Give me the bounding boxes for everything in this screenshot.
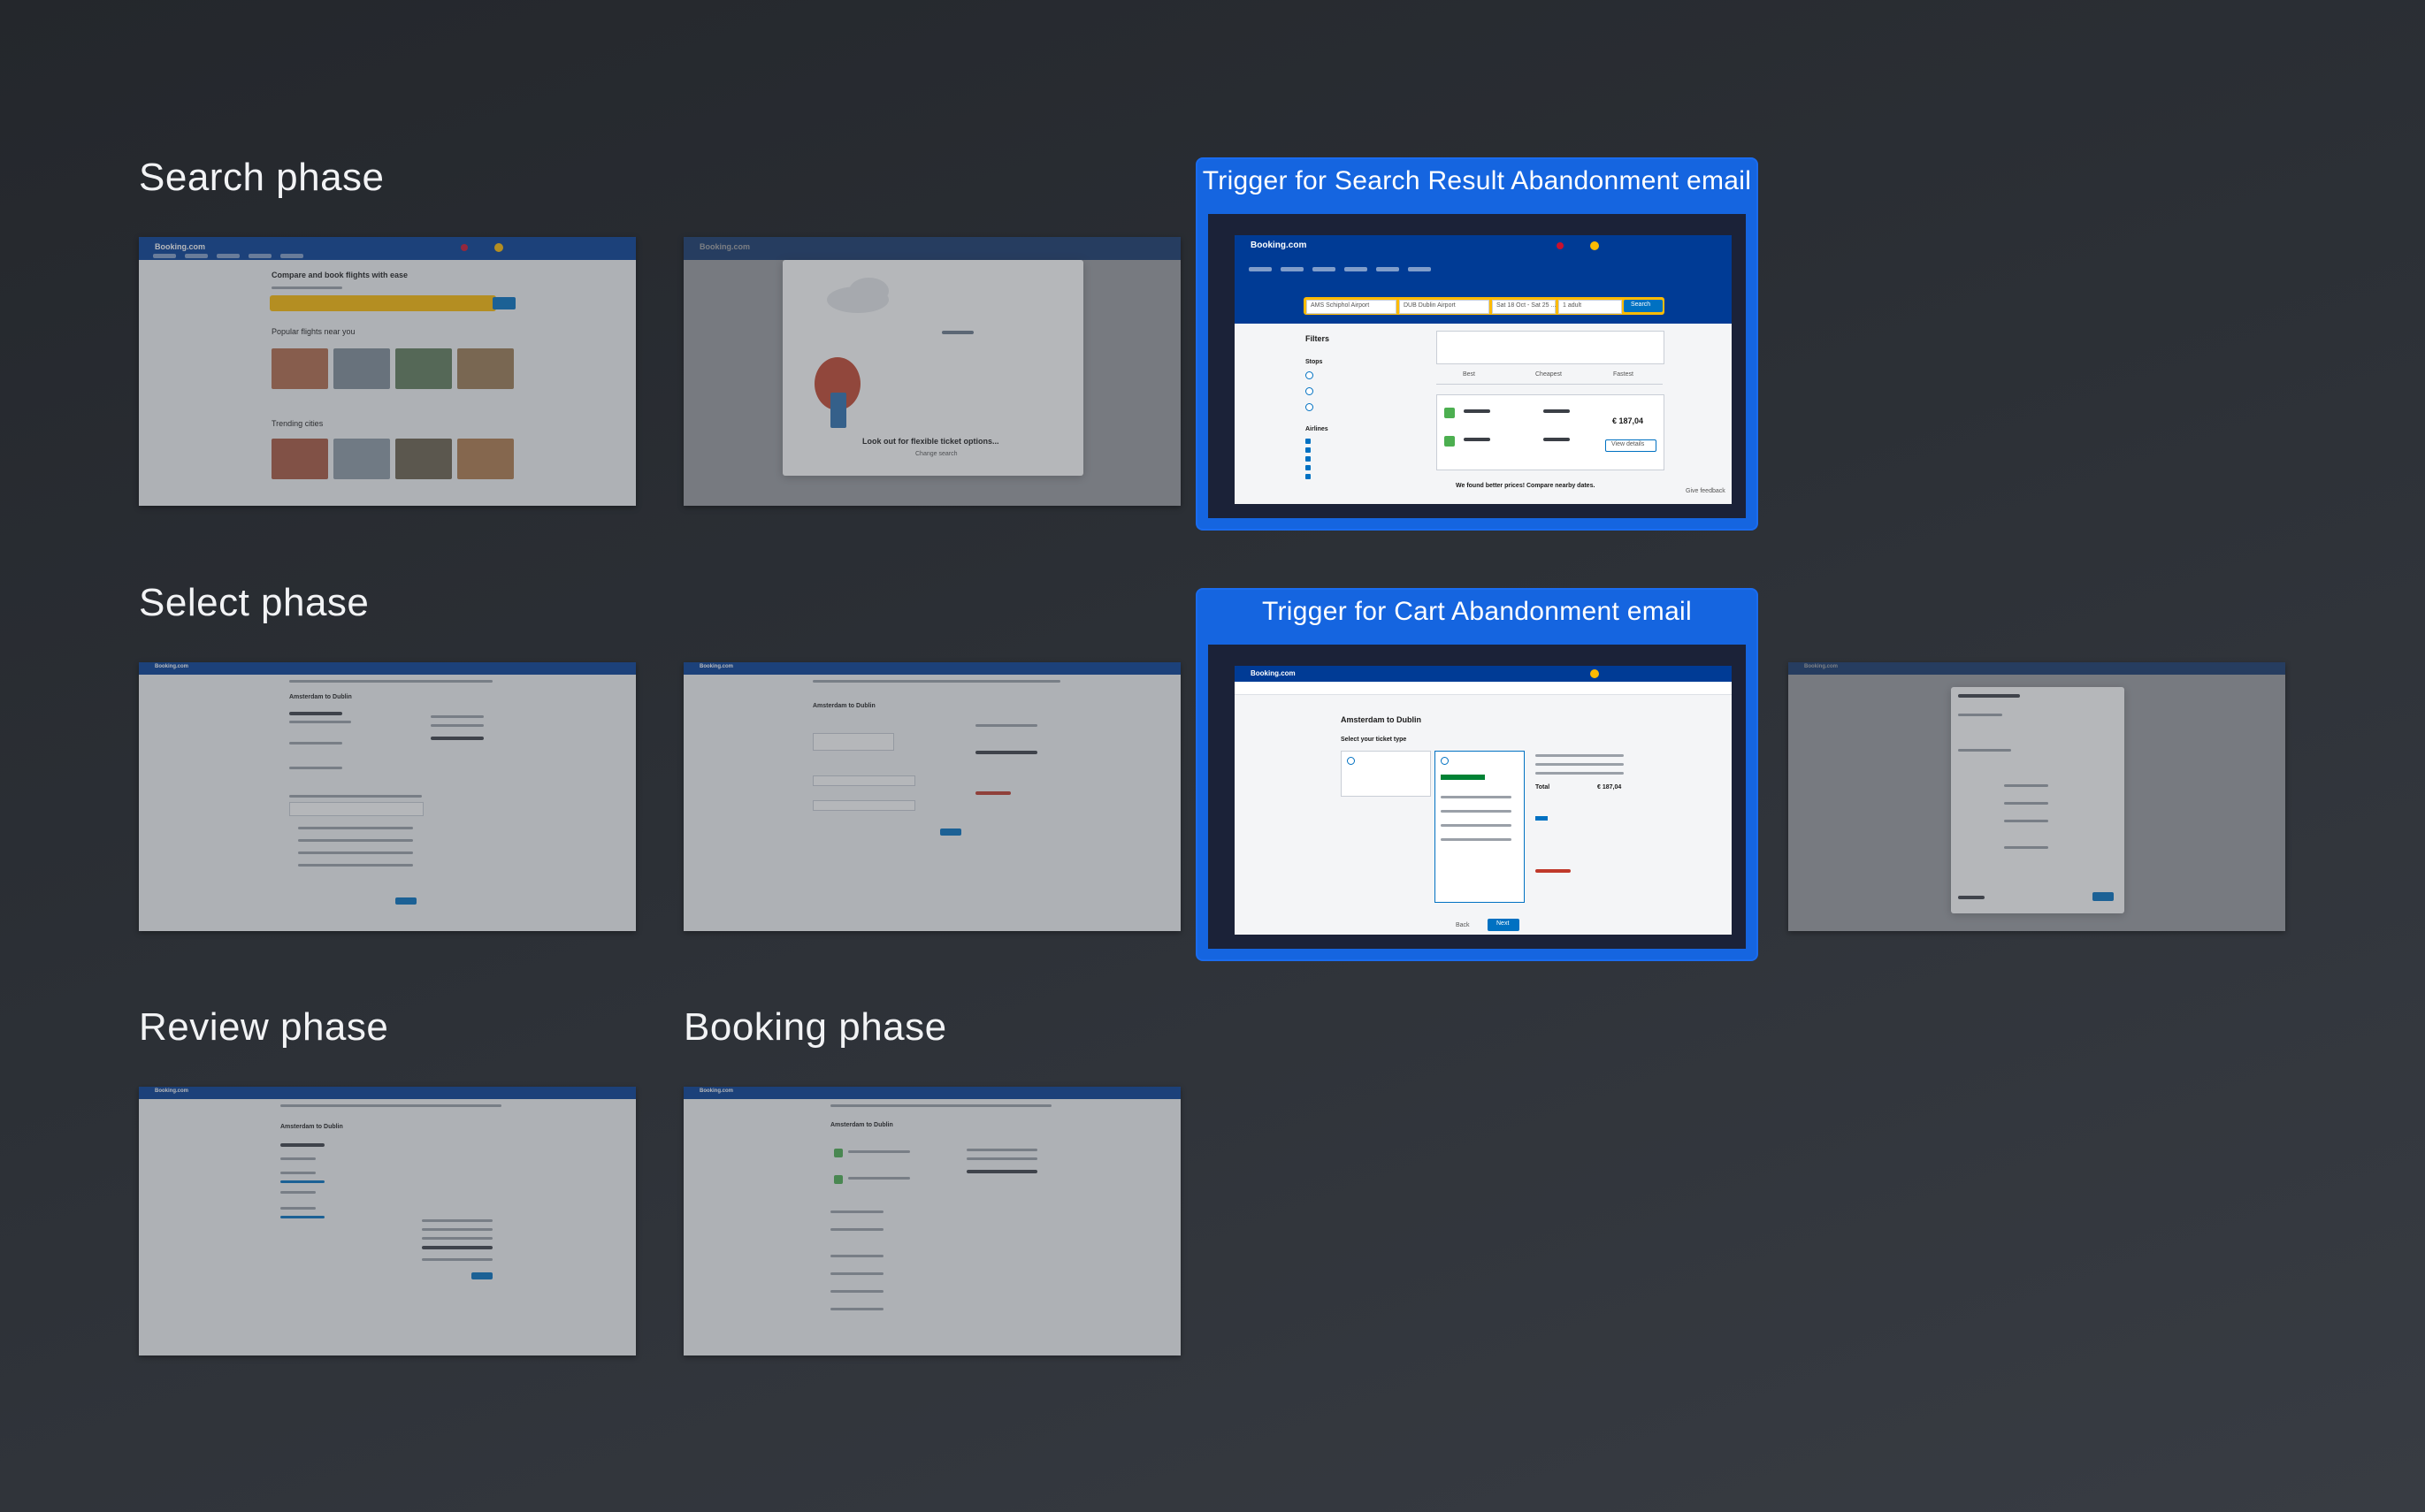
nearby-dates-banner: We found better prices! Compare nearby d…: [1456, 483, 1595, 489]
brand-logo: Booking.com: [700, 664, 734, 669]
avatar: [1590, 241, 1599, 250]
flight-card[interactable]: € 187,04 View details: [1436, 394, 1664, 470]
route-title: Amsterdam to Dublin: [830, 1122, 893, 1128]
city-image: [457, 348, 514, 389]
route-title: Amsterdam to Dublin: [1341, 715, 1422, 724]
tab-cheapest[interactable]: Cheapest: [1535, 371, 1562, 378]
from-field[interactable]: AMS Schiphol Airport: [1311, 302, 1369, 309]
plane-icon: [942, 331, 974, 334]
total-price: € 187,04: [1597, 784, 1622, 790]
select-passengers-screenshot[interactable]: Booking.com Amsterdam to Dublin: [684, 662, 1181, 931]
back-button[interactable]: Back: [1456, 922, 1470, 928]
feedback-link[interactable]: Give feedback: [1686, 488, 1725, 494]
city-image: [395, 439, 452, 479]
site-header: Booking.com: [684, 1087, 1181, 1099]
brand-logo: Booking.com: [155, 1088, 189, 1094]
standard-ticket-option[interactable]: [1341, 751, 1431, 797]
city-image: [333, 439, 390, 479]
next-button[interactable]: [940, 829, 961, 836]
search-bar[interactable]: [270, 295, 496, 311]
city-image: [272, 439, 328, 479]
city-image: [272, 348, 328, 389]
brand-logo: Booking.com: [1251, 669, 1296, 677]
loading-modal: Look out for flexible ticket options... …: [783, 260, 1083, 476]
change-search-link[interactable]: Change search: [915, 451, 957, 457]
search-home-screenshot[interactable]: Booking.com Compare and book flights wit…: [139, 237, 636, 506]
total-label: Total: [1535, 784, 1550, 790]
booking-screenshot[interactable]: Booking.com Amsterdam to Dublin: [684, 1087, 1181, 1355]
airlines-heading: Airlines: [1305, 426, 1328, 432]
sort-tabs[interactable]: Best Cheapest Fastest: [1436, 368, 1663, 385]
review-screenshot[interactable]: Booking.com Amsterdam to Dublin: [139, 1087, 636, 1355]
booking-phase-title: Booking phase: [684, 1005, 947, 1049]
brand-logo: Booking.com: [155, 664, 189, 669]
site-header: Booking.com: [139, 237, 636, 260]
search-phase-title: Search phase: [139, 156, 385, 199]
next-button[interactable]: [471, 1272, 493, 1279]
flag-icon: [1557, 242, 1564, 249]
progress-steps: [1235, 682, 1732, 695]
search-button[interactable]: Search: [1624, 300, 1663, 312]
ticket-type-heading: Select your ticket type: [1341, 737, 1407, 743]
review-phase-title: Review phase: [139, 1005, 389, 1049]
flight-price: € 187,04: [1612, 416, 1644, 425]
info-banner: [1436, 331, 1664, 364]
trending-heading: Trending cities: [272, 419, 324, 428]
flag-icon: [461, 244, 468, 251]
view-details-button[interactable]: View details: [1605, 439, 1656, 452]
dates-field[interactable]: Sat 18 Oct - Sat 25 ...: [1496, 302, 1556, 309]
city-image: [333, 348, 390, 389]
route-title: Amsterdam to Dublin: [280, 1124, 343, 1130]
select-button[interactable]: [2092, 892, 2114, 901]
nav-tabs: [153, 254, 303, 258]
search-result-trigger-title: Trigger for Search Result Abandonment em…: [1202, 166, 1752, 195]
tab-fastest[interactable]: Fastest: [1613, 371, 1633, 378]
tab-best[interactable]: Best: [1463, 371, 1475, 378]
site-header: Booking.com: [139, 662, 636, 675]
search-results-screenshot[interactable]: Booking.com AMS Schiphol Airport DUB Dub…: [1235, 235, 1732, 504]
home-heading: Compare and book flights with ease: [272, 271, 409, 279]
route-title: Amsterdam to Dublin: [813, 703, 876, 709]
modal-message: Look out for flexible ticket options...: [862, 437, 999, 446]
search-button-label: Search: [1631, 302, 1651, 308]
route-title: Amsterdam to Dublin: [289, 694, 352, 700]
site-header: Booking.com: [1235, 666, 1732, 682]
next-button[interactable]: Next: [1488, 919, 1519, 931]
stops-heading: Stops: [1305, 359, 1323, 365]
popular-flights-heading: Popular flights near you: [272, 327, 356, 336]
search-result-trigger-panel: Trigger for Search Result Abandonment em…: [1197, 159, 1756, 529]
site-header: Booking.com: [1235, 235, 1732, 276]
flexible-ticket-option[interactable]: [1434, 751, 1525, 903]
flight-details-modal: [1951, 687, 2124, 913]
brand-logo: Booking.com: [155, 242, 206, 251]
avatar: [494, 243, 503, 252]
site-header: Booking.com: [684, 662, 1181, 675]
search-loading-screenshot[interactable]: Booking.com Look out for flexible ticket…: [684, 237, 1181, 506]
next-button[interactable]: [395, 897, 417, 905]
city-image: [457, 439, 514, 479]
flight-details-modal-screenshot[interactable]: Booking.com: [1788, 662, 2285, 931]
brand-logo: Booking.com: [1251, 241, 1307, 250]
ticket-type-screenshot[interactable]: Booking.com Amsterdam to Dublin Select y…: [1235, 666, 1732, 935]
search-button[interactable]: [493, 297, 516, 309]
to-field[interactable]: DUB Dublin Airport: [1404, 302, 1456, 309]
cart-trigger-panel: Trigger for Cart Abandonment email Booki…: [1197, 590, 1756, 959]
next-button-label: Next: [1496, 920, 1510, 927]
brand-logo: Booking.com: [700, 1088, 734, 1094]
city-image: [395, 348, 452, 389]
travellers-field[interactable]: 1 adult: [1563, 302, 1581, 309]
select-ticket-screenshot[interactable]: Booking.com Amsterdam to Dublin: [139, 662, 636, 931]
cart-trigger-title: Trigger for Cart Abandonment email: [1262, 597, 1692, 626]
view-details-label: View details: [1611, 441, 1645, 447]
site-header: Booking.com: [139, 1087, 636, 1099]
filters-heading: Filters: [1305, 334, 1330, 343]
select-phase-title: Select phase: [139, 581, 370, 624]
avatar: [1590, 669, 1599, 678]
